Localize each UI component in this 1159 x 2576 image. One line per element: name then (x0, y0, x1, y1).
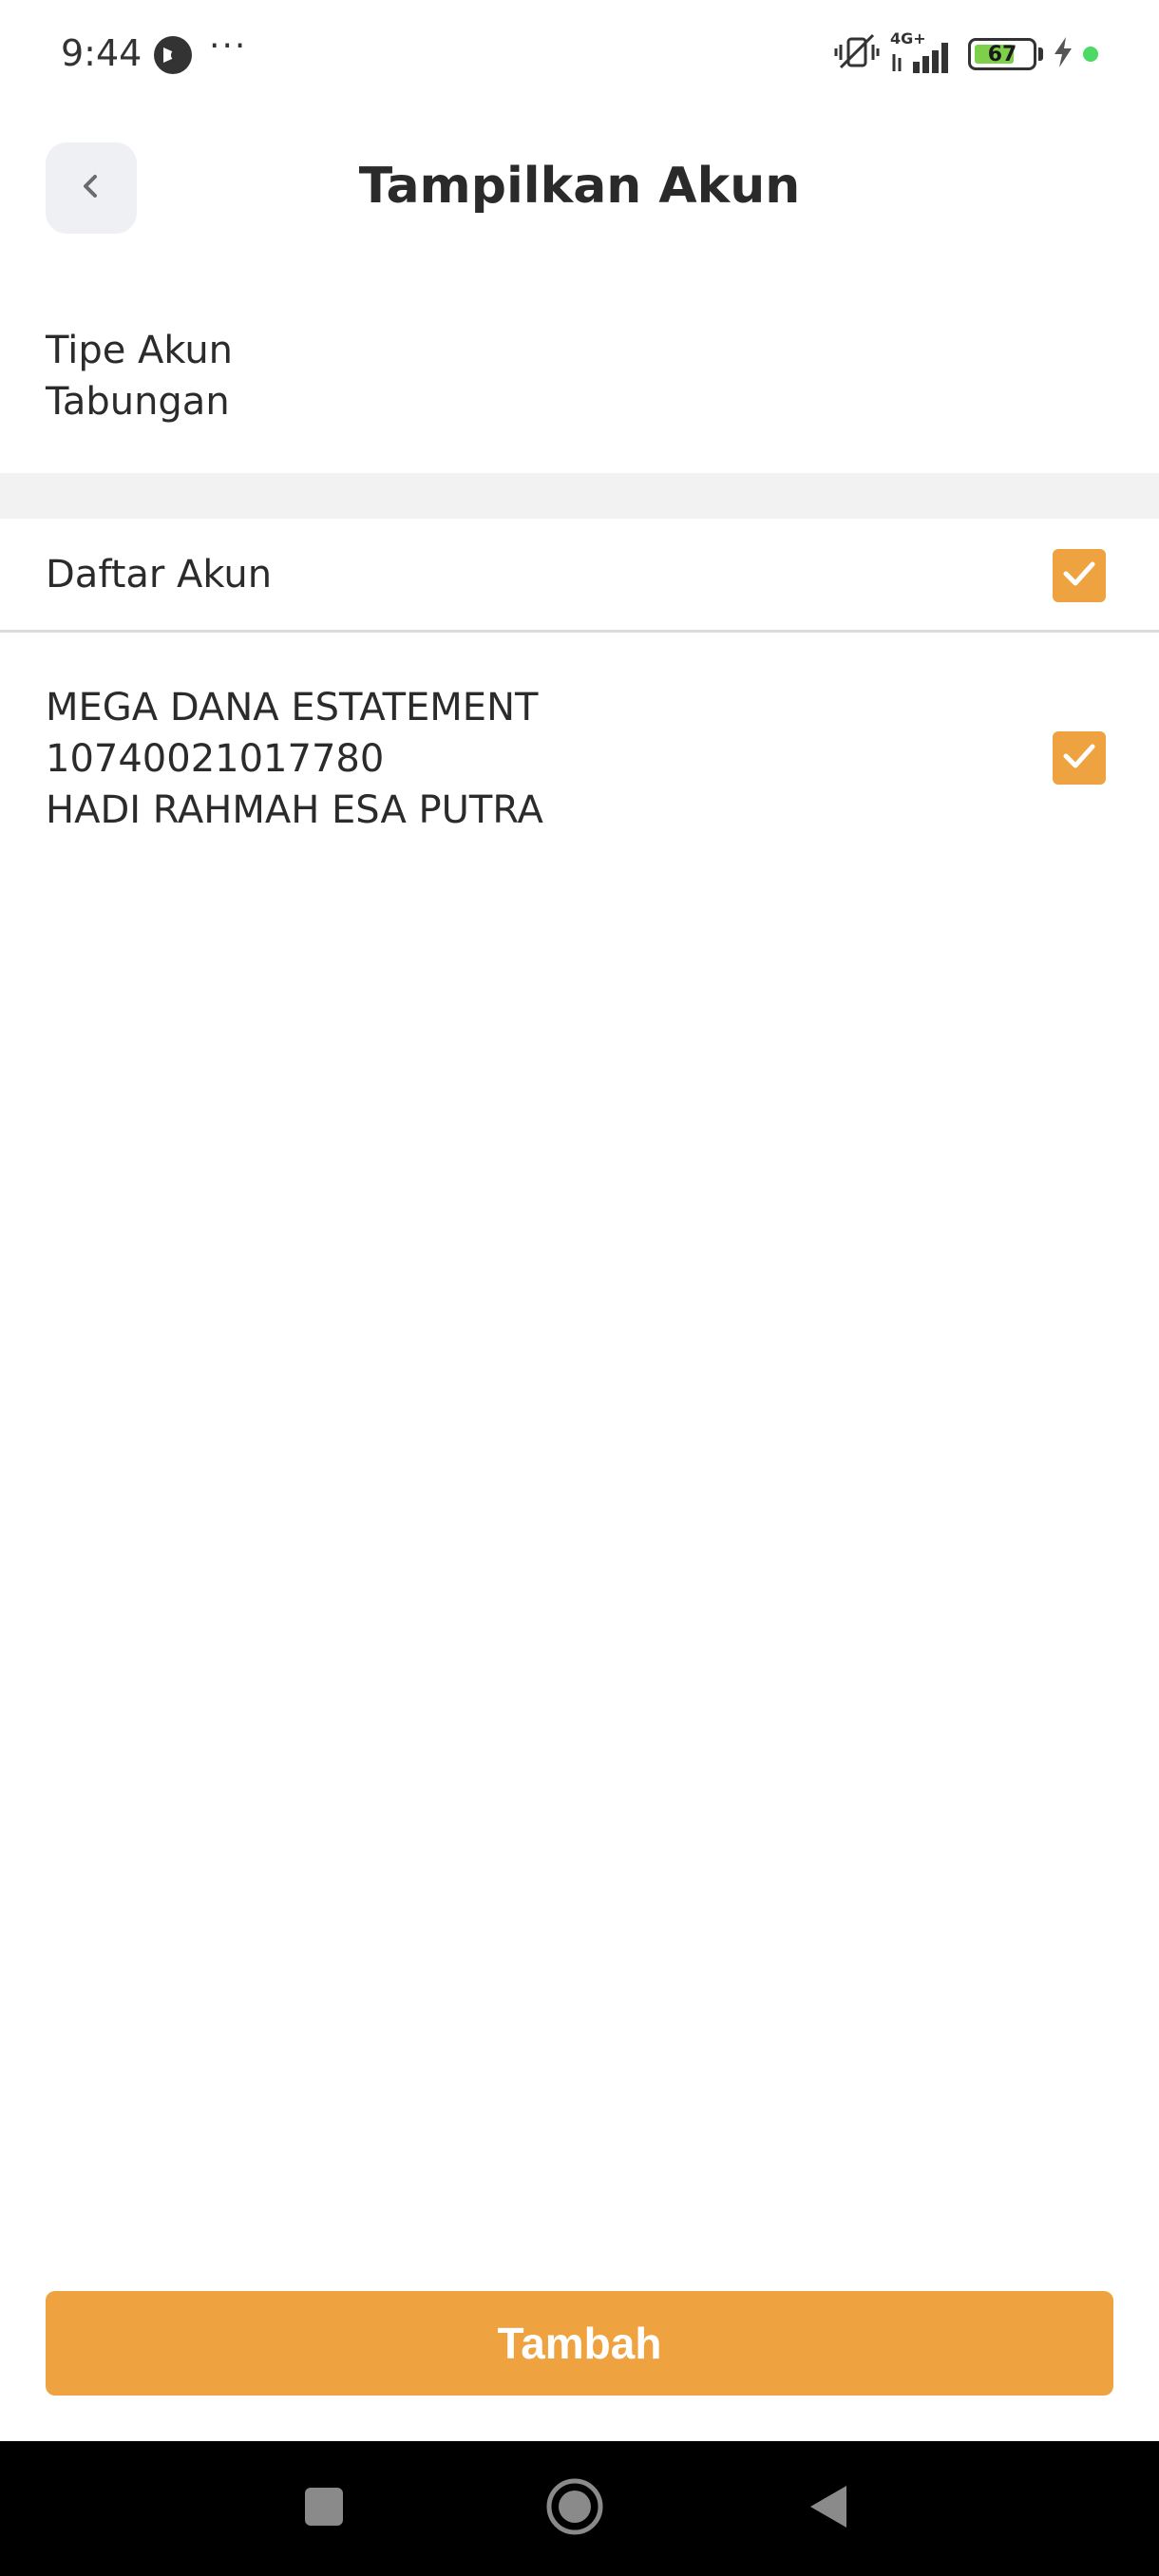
account-checkbox[interactable] (1053, 731, 1106, 785)
status-indicators: 4G+ 67 (833, 29, 1098, 77)
battery-cap (1038, 47, 1043, 61)
system-nav-bar (0, 2441, 1159, 2576)
recents-button[interactable] (293, 2477, 355, 2540)
select-all-checkbox[interactable] (1053, 549, 1106, 602)
battery-level: 67 (987, 42, 1017, 66)
account-type-label: Tipe Akun (46, 329, 234, 372)
account-details: MEGA DANA ESTATEMENT 10740021017780 HADI… (46, 682, 543, 836)
home-circle-icon (544, 2476, 605, 2541)
home-button[interactable] (543, 2477, 606, 2540)
section-divider (0, 473, 1159, 519)
page-title: Tampilkan Akun (358, 158, 801, 215)
status-time: 9:44 (61, 32, 142, 74)
account-type-value: Tabungan (46, 380, 230, 424)
check-icon (1060, 737, 1098, 779)
status-bar: 9:44 ··· 4G+ 67 (0, 0, 1159, 104)
app-logo-icon (152, 34, 194, 76)
active-dot-icon (1083, 47, 1098, 62)
account-number: 10740021017780 (46, 737, 385, 781)
account-holder: HADI RAHMAH ESA PUTRA (46, 788, 543, 832)
account-list-header: Daftar Akun (0, 519, 1159, 633)
back-triangle-icon (805, 2482, 850, 2535)
vibrate-mute-icon (833, 31, 881, 77)
recents-square-icon (303, 2486, 345, 2531)
add-button[interactable]: Tambah (46, 2291, 1113, 2396)
check-icon (1060, 555, 1098, 597)
signal-icon: 4G+ (890, 29, 959, 75)
account-list-label: Daftar Akun (46, 553, 273, 597)
account-product: MEGA DANA ESTATEMENT (46, 686, 539, 729)
app-header: Tampilkan Akun (0, 133, 1159, 247)
charging-icon (1053, 35, 1074, 73)
list-item[interactable]: MEGA DANA ESTATEMENT 10740021017780 HADI… (0, 665, 1159, 855)
account-type-section: Tipe Akun Tabungan (46, 325, 233, 427)
battery-icon: 67 (968, 38, 1036, 70)
back-nav-button[interactable] (796, 2477, 859, 2540)
notification-more-icon: ··· (209, 27, 248, 66)
